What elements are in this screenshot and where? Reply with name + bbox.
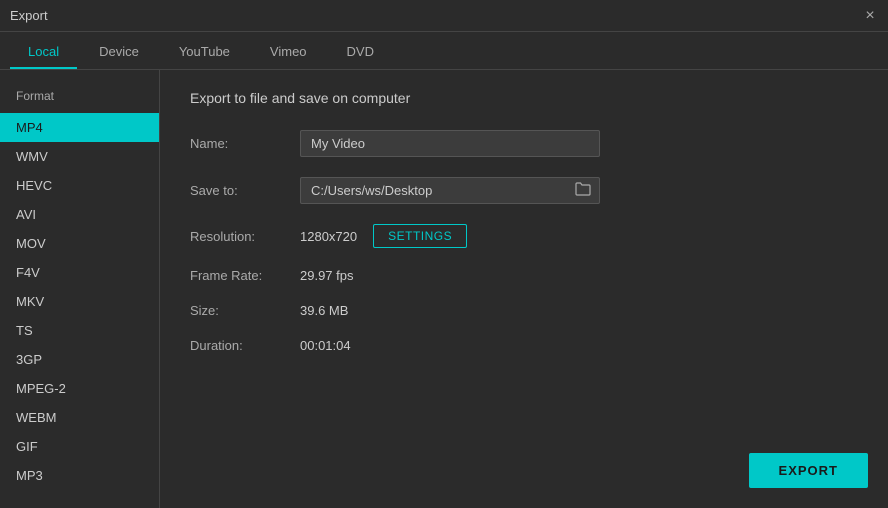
frame-rate-value: 29.97 fps [300,268,354,283]
format-item-webm[interactable]: WEBM [0,403,159,432]
save-to-row: Save to: [190,177,858,204]
save-to-input[interactable] [301,178,567,203]
frame-rate-row: Frame Rate: 29.97 fps [190,268,858,283]
tab-youtube[interactable]: YouTube [161,36,248,69]
folder-icon [575,182,591,199]
format-item-ts[interactable]: TS [0,316,159,345]
export-button[interactable]: EXPORT [749,453,868,488]
format-item-wmv[interactable]: WMV [0,142,159,171]
name-input[interactable] [300,130,600,157]
size-value: 39.6 MB [300,303,348,318]
resolution-label: Resolution: [190,229,300,244]
save-to-wrapper [300,177,600,204]
format-item-mpeg2[interactable]: MPEG-2 [0,374,159,403]
format-item-3gp[interactable]: 3GP [0,345,159,374]
format-item-mov[interactable]: MOV [0,229,159,258]
resolution-value: 1280x720 [300,229,357,244]
settings-button[interactable]: SETTINGS [373,224,467,248]
resolution-row: Resolution: 1280x720 SETTINGS [190,224,858,248]
tab-local[interactable]: Local [10,36,77,69]
main-content: Format MP4 WMV HEVC AVI MOV F4V MKV TS 3… [0,70,888,508]
duration-row: Duration: 00:01:04 [190,338,858,353]
duration-value: 00:01:04 [300,338,351,353]
name-row: Name: [190,130,858,157]
sidebar-header: Format [0,85,159,113]
size-row: Size: 39.6 MB [190,303,858,318]
name-label: Name: [190,136,300,151]
close-button[interactable]: × [862,8,878,24]
dialog-title: Export [10,8,48,23]
panel-title: Export to file and save on computer [190,90,858,106]
format-item-f4v[interactable]: F4V [0,258,159,287]
frame-rate-label: Frame Rate: [190,268,300,283]
browse-folder-button[interactable] [567,178,599,203]
tab-dvd[interactable]: DVD [329,36,392,69]
title-bar: Export × [0,0,888,32]
format-item-gif[interactable]: GIF [0,432,159,461]
tab-bar: Local Device YouTube Vimeo DVD [0,32,888,70]
duration-label: Duration: [190,338,300,353]
tab-vimeo[interactable]: Vimeo [252,36,325,69]
right-panel: Export to file and save on computer Name… [160,70,888,508]
sidebar: Format MP4 WMV HEVC AVI MOV F4V MKV TS 3… [0,70,160,508]
size-label: Size: [190,303,300,318]
format-item-mp3[interactable]: MP3 [0,461,159,490]
format-item-avi[interactable]: AVI [0,200,159,229]
format-item-mp4[interactable]: MP4 [0,113,159,142]
tab-device[interactable]: Device [81,36,157,69]
format-item-mkv[interactable]: MKV [0,287,159,316]
save-to-label: Save to: [190,183,300,198]
format-item-hevc[interactable]: HEVC [0,171,159,200]
